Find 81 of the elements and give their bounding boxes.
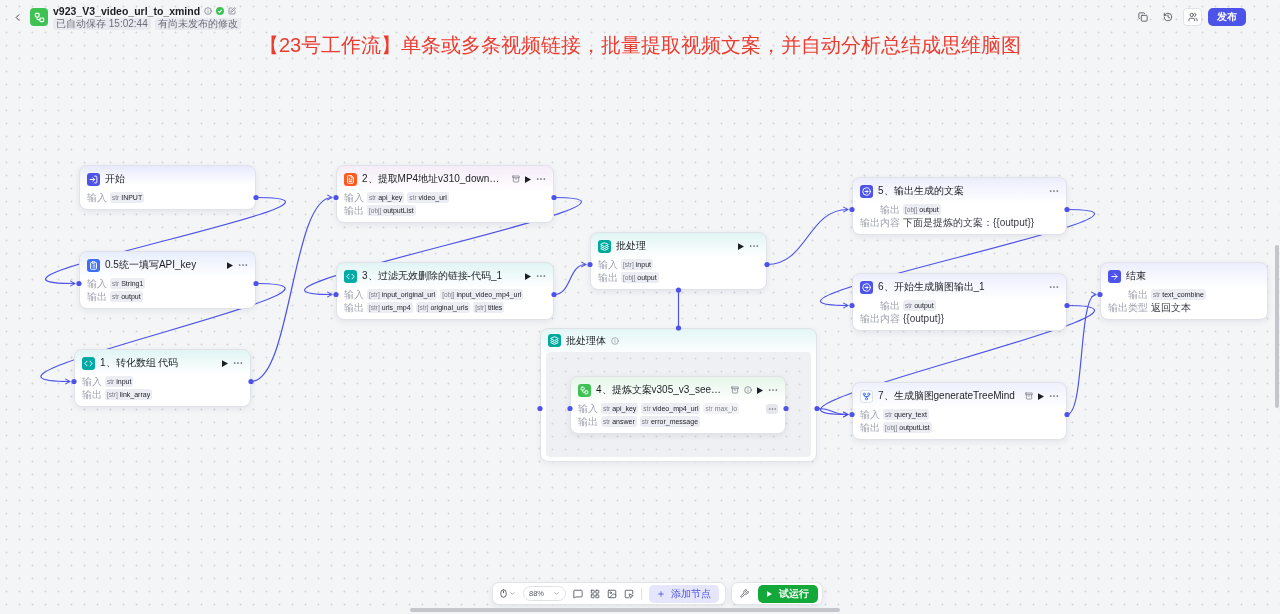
collaborators-button[interactable]	[1183, 8, 1202, 26]
field-label: 输出内容	[860, 216, 900, 229]
field-label: 输出	[860, 421, 880, 434]
publish-button[interactable]: 发布	[1208, 8, 1246, 26]
output-content-text: 返回文本	[1151, 301, 1191, 314]
field-label: 输出	[87, 290, 107, 303]
horizontal-scrollbar[interactable]	[410, 608, 840, 612]
archive-icon[interactable]	[1025, 392, 1033, 400]
output-content-text: 下面是提炼的文案：{{output}}	[903, 216, 1035, 229]
field-label: 输出类型	[1108, 301, 1148, 314]
node-title: 6、开始生成脑图输出_1	[878, 280, 985, 294]
add-node-button[interactable]: 添加节点	[649, 584, 719, 603]
field-label: 输出	[344, 204, 364, 217]
node-title: 4、提炼文案v305_v3_see…	[596, 383, 722, 397]
comment-icon[interactable]	[573, 588, 583, 599]
field-label: 输入	[344, 191, 364, 204]
workflow-title: v923_V3_video_url_to_xmind	[53, 4, 201, 17]
field-label: 输出	[598, 271, 618, 284]
node-title: 3、过滤无效删除的链接-代码_1	[362, 269, 502, 283]
fork-icon	[860, 389, 873, 403]
archive-icon[interactable]	[731, 386, 739, 394]
field-label: 输入	[578, 402, 598, 415]
field-label: 输入	[82, 375, 102, 388]
play-icon[interactable]	[227, 261, 233, 269]
more-tags-button[interactable]	[766, 403, 778, 414]
container-title: 批处理体	[566, 333, 606, 348]
clipboard-icon	[87, 258, 100, 272]
pointer-square-icon[interactable]	[624, 588, 634, 599]
field-label: 输入	[598, 258, 618, 271]
field-label: 输出	[879, 203, 900, 216]
field-label: 输出	[82, 388, 102, 401]
circle-arrow-icon	[860, 280, 873, 294]
copy-icon	[1137, 12, 1148, 22]
document-icon	[344, 172, 357, 186]
play-icon[interactable]	[525, 272, 531, 280]
field-label: 输入	[344, 288, 364, 301]
status-tag: 有尚未发布的修改	[154, 17, 241, 30]
field-label: 输出内容	[860, 312, 900, 325]
field-label: 输出	[344, 301, 364, 314]
node-title: 2、提取MP4地址v310_down…	[362, 172, 500, 186]
layers-icon	[548, 334, 561, 347]
vertical-scrollbar[interactable]	[1275, 245, 1279, 408]
node-title: 5、输出生成的文案	[878, 184, 964, 198]
code-icon	[82, 356, 95, 370]
mouse-icon[interactable]	[499, 588, 508, 599]
node-title: 0.5统一填写API_key	[105, 258, 197, 272]
users-icon	[1187, 12, 1198, 22]
node-title: 7、生成脑图generateTreeMind	[878, 389, 1015, 403]
play-icon[interactable]	[757, 386, 763, 394]
field-label: 输出	[1127, 288, 1148, 301]
play-icon[interactable]	[738, 242, 744, 250]
wrench-icon	[739, 589, 749, 598]
banner-title: 【23号工作流】单条或多条视频链接，批量提取视频文案，并自动分析总结成思维脑图	[258, 34, 1022, 56]
node-title: 结束	[1126, 269, 1146, 283]
status-tag: 已自动保存 15:02:44	[53, 17, 151, 30]
play-icon[interactable]	[525, 175, 531, 183]
output-content-text: {{output}}	[903, 312, 945, 325]
circle-arrow-icon	[860, 184, 873, 198]
image-icon[interactable]	[607, 588, 617, 599]
arrow-right-icon	[1108, 269, 1121, 283]
plus-icon	[657, 589, 665, 598]
workflow-icon	[578, 383, 591, 397]
app-icon	[30, 8, 48, 26]
login-icon	[87, 172, 100, 186]
field-label: 输出	[879, 299, 900, 312]
chevron-down-icon	[553, 590, 560, 597]
archive-icon[interactable]	[512, 175, 520, 183]
code-icon	[344, 269, 357, 283]
play-icon[interactable]	[222, 359, 228, 367]
node-title: 批处理	[616, 239, 646, 253]
node-title: 1、转化数组 代码	[100, 356, 179, 370]
node-title: 开始	[105, 172, 125, 186]
history-icon	[1162, 12, 1173, 22]
field-label: 输入	[860, 408, 880, 421]
field-label: 输出	[578, 415, 598, 428]
layers-icon	[598, 239, 611, 253]
play-icon[interactable]	[1038, 392, 1044, 400]
check-circle-icon	[216, 6, 225, 15]
field-label: 输入	[87, 277, 107, 290]
grid-icon[interactable]	[590, 588, 600, 599]
field-label: 输入	[87, 191, 107, 204]
